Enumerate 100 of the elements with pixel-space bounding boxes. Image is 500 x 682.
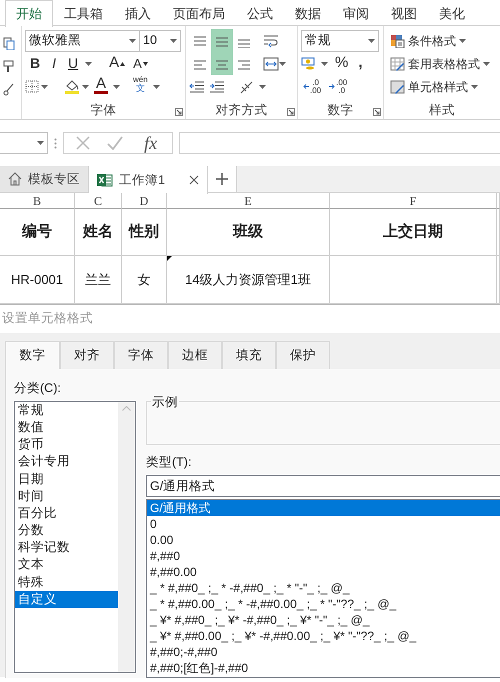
- caret-icon[interactable]: [37, 141, 44, 145]
- align-button[interactable]: [211, 52, 233, 75]
- caret-icon[interactable]: [170, 38, 177, 42]
- document-tab[interactable]: 模板专区: [0, 166, 89, 192]
- align-icon: [193, 34, 207, 48]
- phonetic-button[interactable]: wén 文: [130, 76, 151, 98]
- caret-icon[interactable]: [113, 84, 120, 88]
- format-button[interactable]: I: [47, 52, 62, 74]
- dialog-tab[interactable]: 保护: [276, 341, 330, 369]
- grow-font-button[interactable]: A: [106, 52, 128, 74]
- column-header[interactable]: C: [75, 193, 122, 209]
- format-item[interactable]: G/通用格式: [147, 500, 500, 516]
- dialog-tab[interactable]: 字体: [114, 341, 168, 369]
- category-item[interactable]: 时间: [15, 488, 118, 505]
- merge-icon[interactable]: [263, 56, 279, 70]
- styles-menu-button[interactable]: 套用表格格式: [387, 52, 493, 75]
- ribbon-tab[interactable]: 工具箱: [53, 0, 114, 26]
- format-item[interactable]: #,##0.00: [147, 564, 500, 580]
- caret-icon[interactable]: [321, 62, 328, 66]
- wrap-text-icon[interactable]: [263, 34, 279, 48]
- caret-icon[interactable]: [368, 38, 375, 42]
- format-item[interactable]: 0.00: [147, 532, 500, 548]
- currency-icon[interactable]: [301, 56, 317, 70]
- font-size-select[interactable]: 10: [140, 30, 181, 52]
- caret-icon[interactable]: [82, 84, 89, 88]
- format-item[interactable]: 0: [147, 516, 500, 532]
- styles-menu-button[interactable]: 条件格式: [387, 29, 469, 52]
- category-item[interactable]: 货币: [15, 436, 118, 454]
- ribbon-tab[interactable]: 美化: [428, 0, 476, 26]
- increase-indent-icon[interactable]: [209, 80, 225, 92]
- insert-function-button[interactable]: fx: [141, 132, 160, 154]
- format-item[interactable]: _ ¥* #,##0.00_ ;_ ¥* -#,##0.00_ ;_ ¥* "-"??_ ;_ @_: [147, 628, 500, 644]
- caret-icon[interactable]: [152, 84, 160, 88]
- category-item[interactable]: 常规: [15, 402, 118, 419]
- format-button[interactable]: B: [25, 52, 46, 74]
- caret-icon[interactable]: [483, 62, 490, 66]
- orientation-icon[interactable]: [239, 80, 255, 94]
- caret-icon[interactable]: [471, 84, 478, 88]
- category-item[interactable]: 百分比: [15, 504, 118, 522]
- ribbon-tab[interactable]: 公式: [236, 0, 284, 26]
- caret-icon[interactable]: [41, 84, 48, 88]
- borders-icon[interactable]: [25, 80, 39, 93]
- category-item[interactable]: 文本: [15, 556, 118, 574]
- ribbon-tab[interactable]: 数据: [284, 0, 332, 26]
- format-item[interactable]: _ * #,##0.00_ ;_ * -#,##0.00_ ;_ * "-"??_ ;_ @_: [147, 596, 500, 612]
- dialog-tab[interactable]: 边框: [168, 341, 222, 369]
- ribbon-tab[interactable]: 视图: [380, 0, 428, 26]
- scrollbar[interactable]: [118, 402, 135, 672]
- column-header[interactable]: D: [122, 193, 167, 209]
- close-icon[interactable]: [188, 175, 199, 185]
- styles-menu-button[interactable]: 单元格样式: [387, 75, 481, 98]
- copy-icon[interactable]: [3, 37, 15, 50]
- formula-input[interactable]: [179, 132, 500, 154]
- font-name-select[interactable]: 微软雅黑: [25, 30, 140, 52]
- caret-icon[interactable]: [459, 38, 466, 42]
- decimal-button[interactable]: .0 .00: [301, 76, 324, 98]
- format-item[interactable]: #,##0: [147, 548, 500, 564]
- format-item[interactable]: _ * #,##0_ ;_ * -#,##0_ ;_ * "-"_ ;_ @_: [147, 580, 500, 596]
- dialog-tab[interactable]: 对齐: [60, 341, 114, 369]
- category-item[interactable]: 会计专用: [15, 453, 118, 470]
- column-header[interactable]: F: [330, 193, 497, 209]
- document-tab[interactable]: 工作簿1: [89, 166, 208, 194]
- ribbon-tab[interactable]: 插入: [114, 0, 162, 26]
- category-item[interactable]: 科学记数: [15, 539, 118, 556]
- column-header[interactable]: B: [0, 193, 75, 209]
- caret-icon[interactable]: [129, 38, 136, 42]
- dialog-tab[interactable]: 填充: [222, 341, 276, 369]
- new-tab-button[interactable]: [208, 166, 237, 192]
- caret-icon[interactable]: [279, 62, 286, 66]
- grip-icon: [54, 138, 57, 148]
- dialog-launcher-icon[interactable]: [373, 108, 381, 116]
- format-item[interactable]: #,##0;[红色]-#,##0: [147, 660, 500, 676]
- category-item[interactable]: 自定义: [15, 590, 118, 608]
- font-color-button[interactable]: A: [91, 76, 111, 98]
- dialog-tab[interactable]: 数字: [5, 341, 60, 369]
- decrease-indent-icon[interactable]: [189, 80, 205, 92]
- ribbon-tab[interactable]: 开始: [5, 0, 53, 27]
- shrink-font-button[interactable]: A: [130, 52, 151, 74]
- percent-button[interactable]: %: [332, 52, 352, 74]
- align-button[interactable]: [211, 29, 233, 52]
- ribbon-tab[interactable]: 审阅: [332, 0, 380, 26]
- dialog-launcher-icon[interactable]: [175, 108, 183, 116]
- caret-icon[interactable]: [259, 84, 266, 88]
- fill-color-icon[interactable]: [64, 79, 80, 94]
- category-item[interactable]: 特殊: [15, 574, 118, 591]
- dialog-launcher-icon[interactable]: [287, 108, 295, 116]
- decimal-button[interactable]: .00 .0: [327, 76, 350, 98]
- number-format-select[interactable]: 常规: [301, 30, 379, 52]
- column-header[interactable]: E: [167, 193, 330, 209]
- comma-button[interactable]: ,: [355, 52, 366, 74]
- category-item[interactable]: 数值: [15, 418, 118, 436]
- format-item[interactable]: _ ¥* #,##0_ ;_ ¥* -#,##0_ ;_ ¥* "-"_ ;_ @_: [147, 612, 500, 628]
- caret-icon[interactable]: [85, 62, 92, 66]
- category-item[interactable]: 日期: [15, 470, 118, 488]
- category-item[interactable]: 分数: [15, 522, 118, 540]
- type-input[interactable]: G/通用格式: [146, 474, 500, 497]
- painter-icon[interactable]: [3, 60, 15, 73]
- ribbon-tab[interactable]: 页面布局: [162, 0, 236, 26]
- format-item[interactable]: #,##0;-#,##0: [147, 644, 500, 660]
- format-button[interactable]: U: [63, 52, 84, 74]
